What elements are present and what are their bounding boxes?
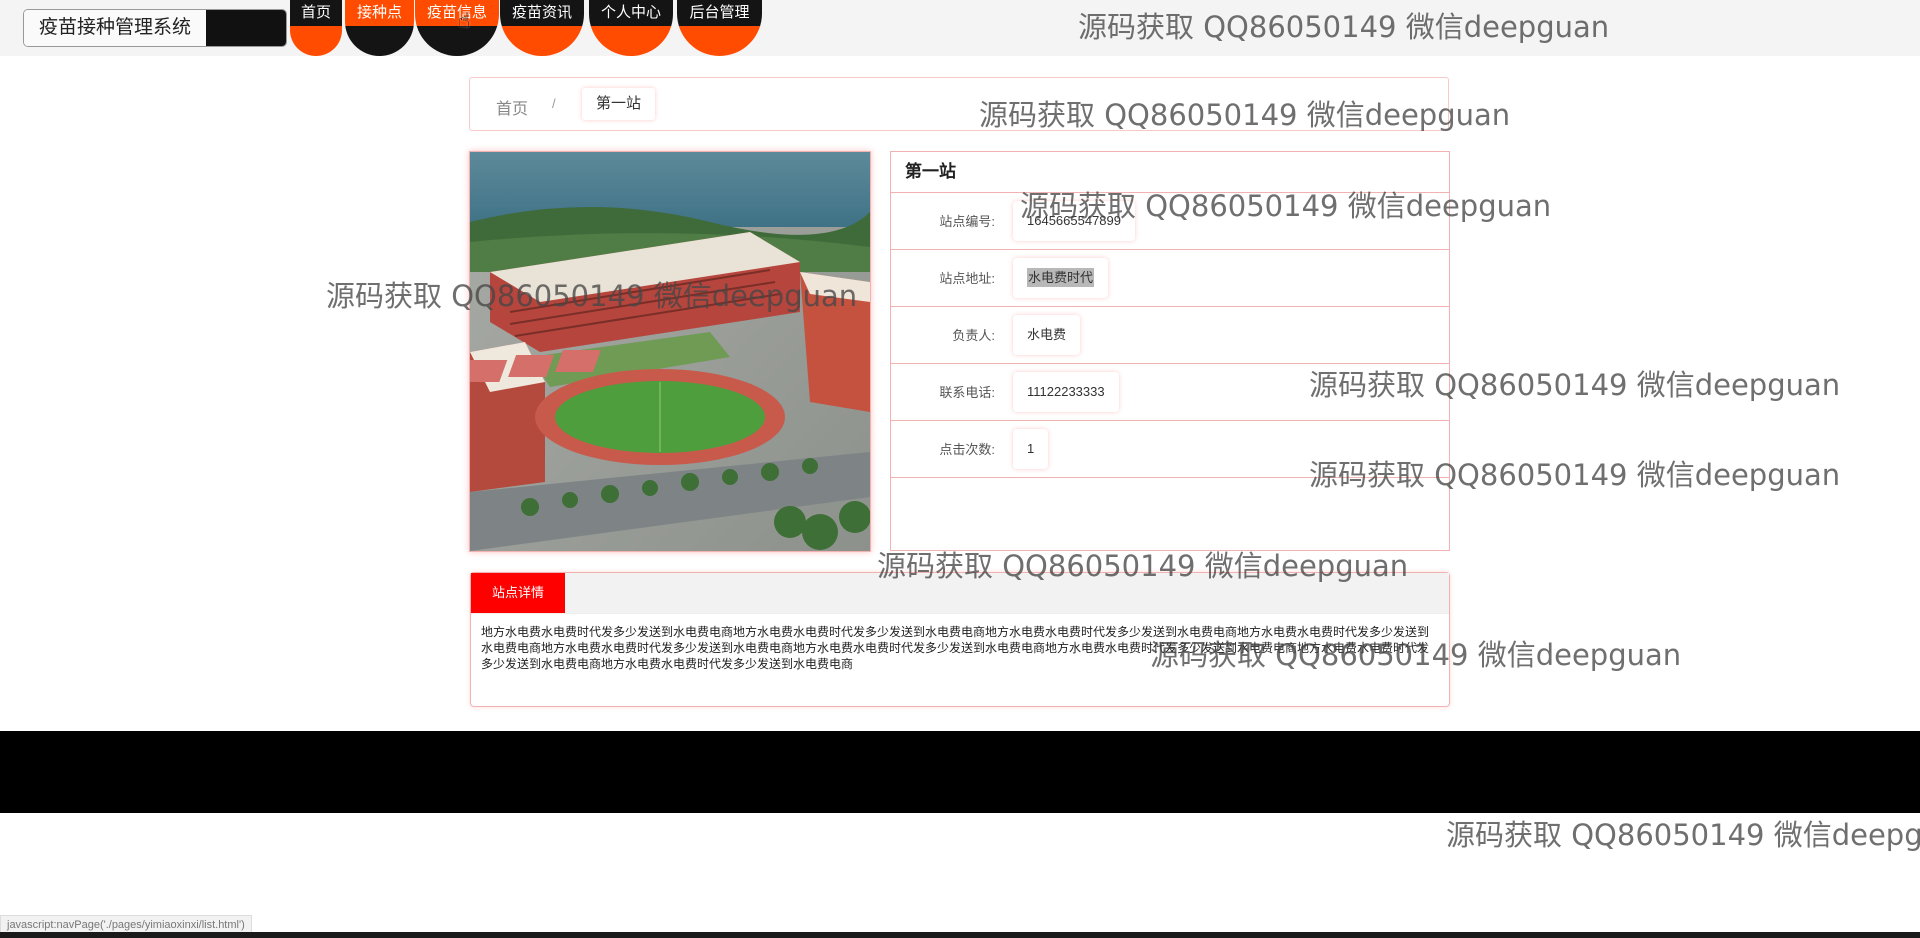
nav-vaccine-news[interactable]: 疫苗资讯 [500,0,584,56]
field-label-contact-phone: 联系电话: [939,385,995,400]
nav-personal-center[interactable]: 个人中心 [589,0,673,56]
station-details-box: 站点详情 地方水电费水电费时代发多少发送到水电费电商地方水电费水电费时代发多少发… [470,572,1450,707]
field-value-station-address-text: 水电费时代 [1027,268,1095,287]
nav-home-label: 首页 [290,0,342,26]
field-row-click-count: 点击次数: 1 [891,421,1449,478]
field-value-click-count: 1 [1013,429,1049,469]
top-navbar: 疫苗接种管理系统 首页 接种点 疫苗信息 疫苗资讯 个人中心 后台管理 ☝ [0,0,1920,56]
field-row-station-number: 站点编号: 1645665547899 [891,193,1449,250]
hand-cursor-icon: ☝ [458,10,471,32]
field-row-station-address: 站点地址: 水电费时代 [891,250,1449,307]
field-label-click-count: 点击次数: [939,442,995,457]
nav-vaccine-info-label: 疫苗信息 [415,0,499,26]
nav-personal-center-label: 个人中心 [589,0,673,26]
breadcrumb-current: 第一站 [582,88,656,120]
nav-vaccination-sites-label: 接种点 [345,0,414,26]
station-photo [469,151,871,552]
nav-vaccine-info[interactable]: 疫苗信息 [415,0,499,56]
site-title: 疫苗接种管理系统 [24,10,206,46]
campus-aerial-image [470,152,870,551]
field-value-station-address: 水电费时代 [1013,258,1109,298]
nav-vaccine-news-label: 疫苗资讯 [500,0,584,26]
field-value-person-in-charge: 水电费 [1013,315,1081,355]
field-row-person-in-charge: 负责人: 水电费 [891,307,1449,364]
breadcrumb: 首页 / 第一站 [469,77,1449,131]
field-value-contact-phone: 11122233333 [1013,372,1119,412]
station-title: 第一站 [891,152,1449,193]
tab-station-details[interactable]: 站点详情 [471,573,565,613]
brand-box: 疫苗接种管理系统 [23,9,287,47]
station-details-text: 地方水电费水电费时代发多少发送到水电费电商地方水电费水电费时代发多少发送到水电费… [481,625,1430,671]
field-label-station-address: 站点地址: [939,271,995,286]
nav-vaccination-sites[interactable]: 接种点 [345,0,414,56]
field-label-person-in-charge: 负责人: [952,328,995,343]
details-tabbar: 站点详情 [471,573,1449,614]
field-value-station-number: 1645665547899 [1013,201,1135,241]
watermark: 源码获取 QQ86050149 微信deepg [1446,818,1920,852]
breadcrumb-separator: / [552,96,556,111]
field-row-contact-phone: 联系电话: 11122233333 [891,364,1449,421]
breadcrumb-home-link[interactable]: 首页 [496,95,528,119]
nav-admin[interactable]: 后台管理 [677,0,762,56]
field-label-station-number: 站点编号: [939,214,995,229]
nav-home[interactable]: 首页 [290,0,342,56]
brand-dark-block [206,10,286,46]
taskbar-edge [0,932,1920,938]
footer-band [0,731,1920,813]
station-info-panel: 第一站 站点编号: 1645665547899 站点地址: 水电费时代 负责人:… [890,151,1450,551]
nav-admin-label: 后台管理 [677,0,762,26]
